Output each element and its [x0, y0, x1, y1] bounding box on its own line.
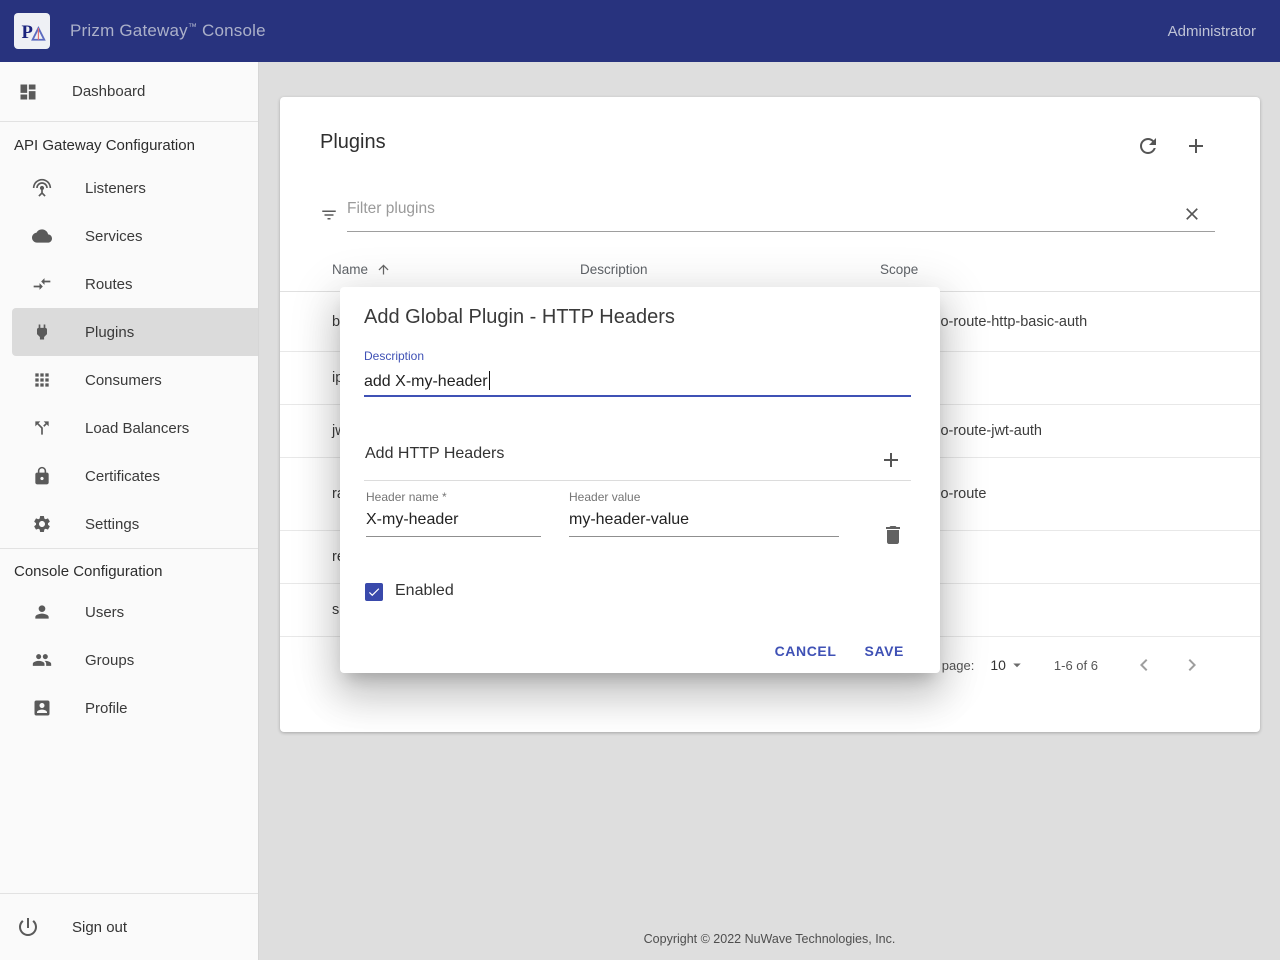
- filter-plugins-input[interactable]: [347, 200, 1147, 218]
- header-value-label: Header value: [569, 490, 640, 504]
- section-divider: [364, 480, 911, 481]
- add-http-headers-label: Add HTTP Headers: [365, 445, 504, 463]
- sidebar: Dashboard API Gateway Configuration List…: [0, 62, 259, 960]
- enabled-checkbox[interactable]: [365, 583, 383, 601]
- add-plugin-button[interactable]: [1184, 134, 1208, 158]
- column-header-name[interactable]: Name: [280, 262, 580, 277]
- call-split-icon: [32, 418, 52, 438]
- header-name-input[interactable]: [366, 511, 541, 537]
- sidebar-item-users[interactable]: Users: [0, 588, 258, 636]
- page-range-label: 1-6 of 6: [1054, 658, 1098, 673]
- lock-icon: [32, 466, 52, 486]
- prizm-logo-icon: P: [18, 17, 46, 45]
- filter-icon: [320, 206, 338, 224]
- plug-icon: [32, 322, 52, 342]
- sidebar-item-groups[interactable]: Groups: [0, 636, 258, 684]
- description-input[interactable]: add X-my-header: [364, 371, 490, 391]
- sign-out-button[interactable]: Sign out: [0, 893, 258, 960]
- sidebar-item-consumers[interactable]: Consumers: [0, 356, 258, 404]
- sidebar-item-certificates[interactable]: Certificates: [0, 452, 258, 500]
- section-api-gateway-configuration: API Gateway Configuration: [0, 122, 258, 164]
- svg-text:P: P: [22, 22, 33, 43]
- prizm-logo: P: [14, 13, 50, 49]
- sidebar-item-listeners[interactable]: Listeners: [0, 164, 258, 212]
- sidebar-item-services[interactable]: Services: [0, 212, 258, 260]
- next-page-button[interactable]: [1180, 653, 1204, 677]
- person-icon: [32, 602, 52, 622]
- cancel-button[interactable]: CANCEL: [775, 643, 837, 659]
- sidebar-item-dashboard[interactable]: Dashboard: [0, 62, 258, 121]
- apps-grid-icon: [32, 370, 52, 390]
- copyright-footer: Copyright © 2022 NuWave Technologies, In…: [259, 932, 1280, 946]
- add-plugin-dialog: Add Global Plugin - HTTP Headers Descrip…: [340, 287, 940, 673]
- antenna-icon: [32, 178, 52, 198]
- enabled-label: Enabled: [395, 582, 454, 600]
- delete-header-row-button[interactable]: [881, 523, 905, 547]
- page-size-select[interactable]: 10: [990, 656, 1026, 674]
- previous-page-button[interactable]: [1132, 653, 1156, 677]
- cloud-icon: [32, 226, 52, 246]
- header-name-label: Header name *: [366, 490, 447, 504]
- gear-icon: [32, 514, 52, 534]
- column-header-scope[interactable]: Scope: [880, 262, 1260, 277]
- page-title: Plugins: [320, 131, 386, 154]
- user-menu[interactable]: Administrator: [1168, 23, 1256, 40]
- sidebar-item-routes[interactable]: Routes: [0, 260, 258, 308]
- people-icon: [32, 650, 52, 670]
- dashboard-icon: [18, 82, 38, 102]
- text-cursor: [489, 371, 491, 390]
- refresh-button[interactable]: [1136, 134, 1160, 158]
- section-console-configuration: Console Configuration: [0, 549, 258, 588]
- column-header-description[interactable]: Description: [580, 262, 880, 277]
- contact-card-icon: [32, 698, 52, 718]
- sidebar-item-profile[interactable]: Profile: [0, 684, 258, 732]
- compare-arrows-icon: [32, 274, 52, 294]
- dialog-actions: CANCEL SAVE: [775, 643, 904, 659]
- sidebar-item-plugins[interactable]: Plugins: [12, 308, 258, 356]
- app-title: Prizm Gateway™ Console: [70, 21, 266, 41]
- sidebar-item-load-balancers[interactable]: Load Balancers: [0, 404, 258, 452]
- description-field-label: Description: [364, 349, 424, 363]
- dropdown-arrow-icon: [1008, 656, 1026, 674]
- header-value-input[interactable]: [569, 511, 839, 537]
- sort-ascending-icon: [376, 262, 391, 277]
- filter-underline: [347, 231, 1215, 232]
- top-app-bar: P Prizm Gateway™ Console Administrator: [0, 0, 1280, 62]
- table-header: Name Description Scope: [280, 248, 1260, 292]
- save-button[interactable]: SAVE: [865, 643, 905, 659]
- clear-filter-icon[interactable]: [1182, 204, 1202, 224]
- power-icon: [16, 915, 40, 939]
- add-header-row-button[interactable]: [879, 448, 903, 472]
- dialog-title: Add Global Plugin - HTTP Headers: [364, 306, 675, 329]
- description-underline: [364, 395, 911, 397]
- sidebar-item-settings[interactable]: Settings: [0, 500, 258, 548]
- check-icon: [367, 585, 381, 599]
